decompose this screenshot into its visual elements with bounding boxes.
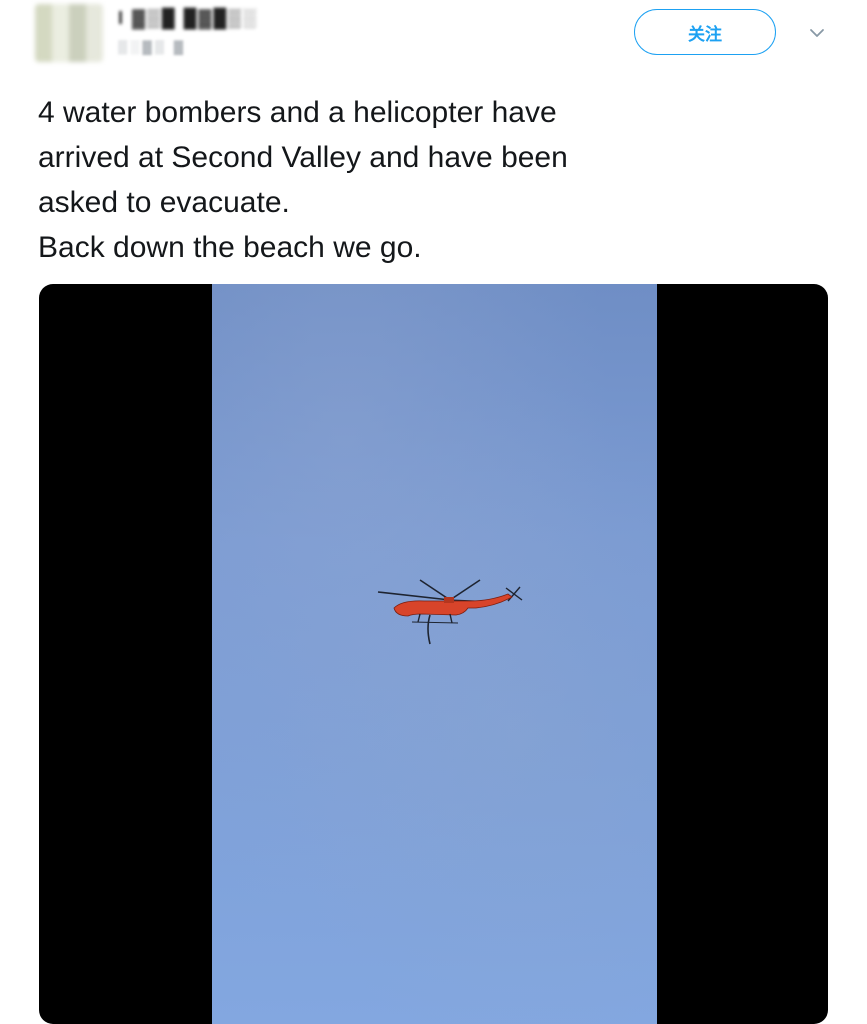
- tweet-text: 4 water bombers and a helicopter have ar…: [38, 96, 568, 264]
- author-display-name[interactable]: I ▓▒█ █▓█▒░: [118, 8, 258, 29]
- author-handle[interactable]: ▒░▓▒ ▓: [118, 39, 258, 54]
- media-video[interactable]: [39, 284, 828, 1024]
- chevron-down-icon[interactable]: [808, 24, 826, 42]
- video-frame[interactable]: [212, 284, 657, 1024]
- avatar[interactable]: [35, 4, 103, 62]
- tweet-card: I ▓▒█ █▓█▒░ ▒░▓▒ ▓ 关注 4 water bombers an…: [0, 0, 867, 1024]
- author-info[interactable]: I ▓▒█ █▓█▒░ ▒░▓▒ ▓: [118, 8, 258, 54]
- helicopter-image: [377, 579, 523, 645]
- follow-button[interactable]: 关注: [634, 9, 776, 55]
